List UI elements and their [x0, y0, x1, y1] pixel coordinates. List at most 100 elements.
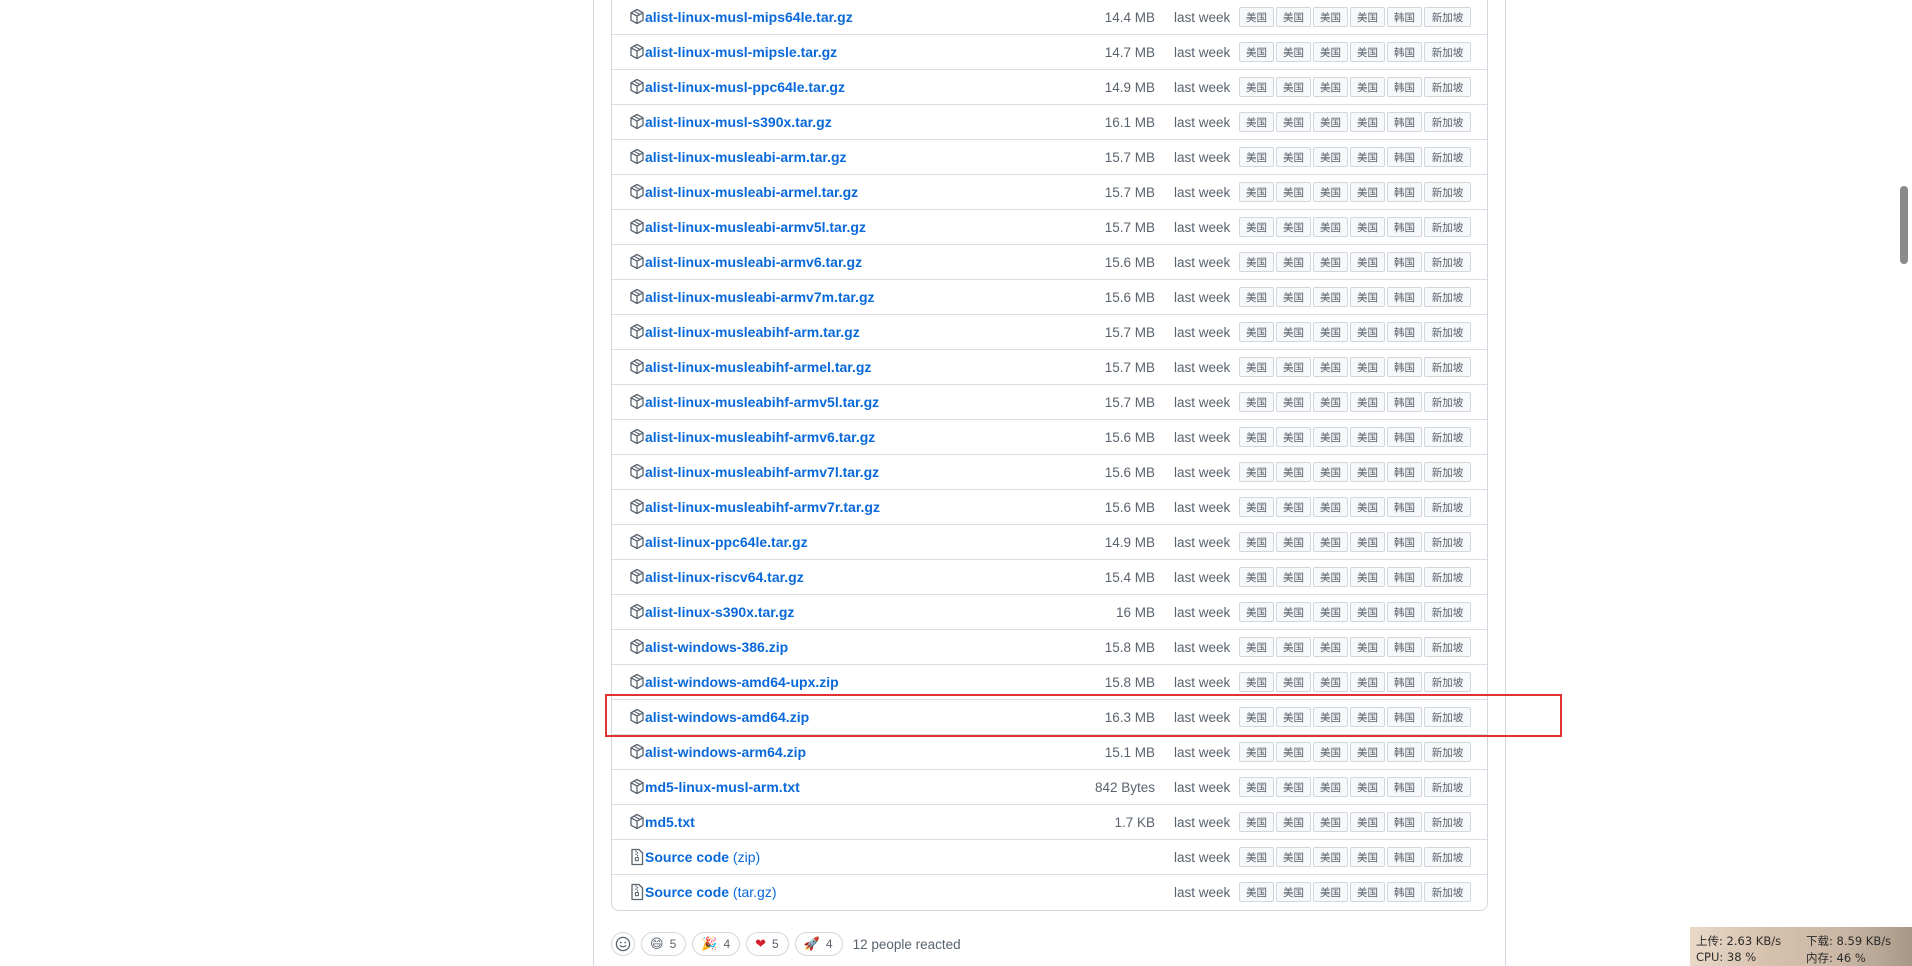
mirror-download-button[interactable]: 美国	[1350, 252, 1385, 272]
asset-download-link[interactable]: alist-linux-musleabi-armv5l.tar.gz	[645, 219, 866, 235]
mirror-download-button[interactable]: 美国	[1276, 112, 1311, 132]
mirror-download-button[interactable]: 韩国	[1387, 182, 1422, 202]
mirror-download-button[interactable]: 美国	[1239, 182, 1274, 202]
mirror-download-button[interactable]: 美国	[1276, 217, 1311, 237]
scrollbar-thumb[interactable]	[1900, 186, 1908, 264]
mirror-download-button[interactable]: 美国	[1239, 847, 1274, 867]
mirror-download-button[interactable]: 美国	[1313, 567, 1348, 587]
asset-download-link[interactable]: alist-windows-arm64.zip	[645, 744, 806, 760]
mirror-download-button[interactable]: 美国	[1350, 462, 1385, 482]
mirror-download-button[interactable]: 美国	[1276, 567, 1311, 587]
asset-download-link[interactable]: alist-windows-386.zip	[645, 639, 788, 655]
mirror-download-button[interactable]: 韩国	[1387, 357, 1422, 377]
asset-download-link[interactable]: alist-linux-musleabi-armel.tar.gz	[645, 184, 858, 200]
reaction-button[interactable]: 🎉 4	[692, 932, 741, 956]
mirror-download-button[interactable]: 美国	[1239, 217, 1274, 237]
mirror-download-button[interactable]: 美国	[1276, 322, 1311, 342]
mirror-download-button[interactable]: 美国	[1313, 77, 1348, 97]
mirror-download-button[interactable]: 美国	[1313, 427, 1348, 447]
asset-download-link[interactable]: md5.txt	[645, 814, 695, 830]
mirror-download-button[interactable]: 新加坡	[1424, 742, 1471, 762]
mirror-download-button[interactable]: 韩国	[1387, 77, 1422, 97]
mirror-download-button[interactable]: 新加坡	[1424, 147, 1471, 167]
mirror-download-button[interactable]: 美国	[1239, 287, 1274, 307]
mirror-download-button[interactable]: 美国	[1313, 217, 1348, 237]
mirror-download-button[interactable]: 美国	[1239, 7, 1274, 27]
mirror-download-button[interactable]: 韩国	[1387, 112, 1422, 132]
mirror-download-button[interactable]: 美国	[1276, 287, 1311, 307]
mirror-download-button[interactable]: 美国	[1350, 742, 1385, 762]
asset-download-link[interactable]: alist-linux-musleabihf-armv7l.tar.gz	[645, 464, 879, 480]
mirror-download-button[interactable]: 美国	[1276, 7, 1311, 27]
mirror-download-button[interactable]: 美国	[1276, 252, 1311, 272]
mirror-download-button[interactable]: 新加坡	[1424, 252, 1471, 272]
mirror-download-button[interactable]: 美国	[1350, 217, 1385, 237]
mirror-download-button[interactable]: 新加坡	[1424, 672, 1471, 692]
mirror-download-button[interactable]: 美国	[1313, 497, 1348, 517]
mirror-download-button[interactable]: 美国	[1276, 497, 1311, 517]
mirror-download-button[interactable]: 美国	[1276, 707, 1311, 727]
mirror-download-button[interactable]: 新加坡	[1424, 322, 1471, 342]
mirror-download-button[interactable]: 新加坡	[1424, 462, 1471, 482]
mirror-download-button[interactable]: 韩国	[1387, 637, 1422, 657]
asset-download-link[interactable]: Source code (zip)	[645, 849, 760, 865]
mirror-download-button[interactable]: 美国	[1350, 672, 1385, 692]
mirror-download-button[interactable]: 韩国	[1387, 462, 1422, 482]
mirror-download-button[interactable]: 美国	[1313, 707, 1348, 727]
asset-download-link[interactable]: alist-linux-musl-mipsle.tar.gz	[645, 44, 837, 60]
asset-download-link[interactable]: alist-linux-riscv64.tar.gz	[645, 569, 804, 585]
asset-download-link[interactable]: alist-linux-musl-s390x.tar.gz	[645, 114, 832, 130]
mirror-download-button[interactable]: 韩国	[1387, 742, 1422, 762]
mirror-download-button[interactable]: 美国	[1239, 497, 1274, 517]
mirror-download-button[interactable]: 新加坡	[1424, 287, 1471, 307]
mirror-download-button[interactable]: 美国	[1239, 637, 1274, 657]
mirror-download-button[interactable]: 美国	[1239, 392, 1274, 412]
mirror-download-button[interactable]: 美国	[1313, 112, 1348, 132]
mirror-download-button[interactable]: 韩国	[1387, 287, 1422, 307]
mirror-download-button[interactable]: 美国	[1239, 777, 1274, 797]
mirror-download-button[interactable]: 美国	[1276, 182, 1311, 202]
mirror-download-button[interactable]: 美国	[1313, 742, 1348, 762]
asset-download-link[interactable]: alist-windows-amd64-upx.zip	[645, 674, 839, 690]
mirror-download-button[interactable]: 韩国	[1387, 532, 1422, 552]
reaction-button[interactable]: ❤ 5	[746, 932, 789, 956]
mirror-download-button[interactable]: 美国	[1276, 462, 1311, 482]
mirror-download-button[interactable]: 韩国	[1387, 322, 1422, 342]
mirror-download-button[interactable]: 美国	[1276, 637, 1311, 657]
mirror-download-button[interactable]: 美国	[1313, 462, 1348, 482]
mirror-download-button[interactable]: 韩国	[1387, 7, 1422, 27]
asset-download-link[interactable]: alist-linux-musleabi-armv6.tar.gz	[645, 254, 862, 270]
mirror-download-button[interactable]: 韩国	[1387, 497, 1422, 517]
mirror-download-button[interactable]: 美国	[1276, 357, 1311, 377]
mirror-download-button[interactable]: 美国	[1350, 287, 1385, 307]
asset-download-link[interactable]: alist-linux-musleabihf-armv6.tar.gz	[645, 429, 875, 445]
mirror-download-button[interactable]: 韩国	[1387, 427, 1422, 447]
mirror-download-button[interactable]: 美国	[1239, 147, 1274, 167]
mirror-download-button[interactable]: 美国	[1350, 882, 1385, 902]
mirror-download-button[interactable]: 美国	[1350, 182, 1385, 202]
asset-download-link[interactable]: alist-linux-musleabihf-arm.tar.gz	[645, 324, 860, 340]
asset-download-link[interactable]: Source code (tar.gz)	[645, 884, 777, 900]
mirror-download-button[interactable]: 新加坡	[1424, 812, 1471, 832]
mirror-download-button[interactable]: 美国	[1239, 707, 1274, 727]
asset-download-link[interactable]: alist-linux-musleabihf-armv7r.tar.gz	[645, 499, 880, 515]
mirror-download-button[interactable]: 美国	[1239, 427, 1274, 447]
asset-download-link[interactable]: alist-linux-ppc64le.tar.gz	[645, 534, 808, 550]
mirror-download-button[interactable]: 美国	[1276, 812, 1311, 832]
mirror-download-button[interactable]: 韩国	[1387, 147, 1422, 167]
mirror-download-button[interactable]: 美国	[1313, 357, 1348, 377]
mirror-download-button[interactable]: 新加坡	[1424, 707, 1471, 727]
mirror-download-button[interactable]: 美国	[1313, 147, 1348, 167]
asset-download-link[interactable]: md5-linux-musl-arm.txt	[645, 779, 800, 795]
mirror-download-button[interactable]: 美国	[1239, 567, 1274, 587]
asset-download-link[interactable]: alist-linux-musl-ppc64le.tar.gz	[645, 79, 845, 95]
mirror-download-button[interactable]: 新加坡	[1424, 427, 1471, 447]
mirror-download-button[interactable]: 韩国	[1387, 882, 1422, 902]
mirror-download-button[interactable]: 新加坡	[1424, 357, 1471, 377]
mirror-download-button[interactable]: 美国	[1276, 847, 1311, 867]
mirror-download-button[interactable]: 韩国	[1387, 567, 1422, 587]
mirror-download-button[interactable]: 韩国	[1387, 217, 1422, 237]
mirror-download-button[interactable]: 美国	[1276, 777, 1311, 797]
mirror-download-button[interactable]: 美国	[1313, 252, 1348, 272]
mirror-download-button[interactable]: 美国	[1350, 112, 1385, 132]
